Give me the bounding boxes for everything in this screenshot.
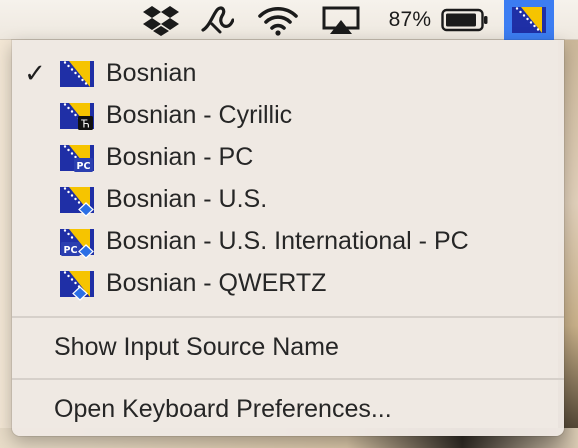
pc-badge-text: PC bbox=[77, 161, 91, 172]
bosnia-flag-qwertz-icon bbox=[60, 271, 94, 301]
battery-icon[interactable] bbox=[440, 0, 490, 40]
menu-separator bbox=[12, 378, 564, 380]
bosnia-flag-pc-us-icon: PC bbox=[60, 229, 94, 259]
input-source-label: Bosnian - U.S. bbox=[106, 184, 268, 213]
input-source-menu: ✓ Bosnian Ћ Bosnian - Cyrillic PC Bosnia… bbox=[12, 40, 564, 436]
input-source-label: Bosnian - PC bbox=[106, 142, 254, 171]
input-source-label: Bosnian bbox=[106, 58, 197, 87]
input-source-bosnian-qwertz[interactable]: Bosnian - QWERTZ bbox=[12, 262, 564, 304]
bosnia-flag-pc-icon: PC bbox=[60, 145, 94, 172]
battery-percentage[interactable]: 87% bbox=[380, 0, 440, 40]
input-source-bosnian[interactable]: ✓ Bosnian bbox=[12, 52, 564, 94]
bosnia-flag-icon bbox=[512, 7, 546, 33]
input-source-label: Bosnian - U.S. International - PC bbox=[106, 226, 469, 255]
battery-percentage-text: 87% bbox=[388, 8, 432, 31]
dropbox-icon[interactable] bbox=[140, 0, 182, 40]
open-keyboard-preferences-label: Open Keyboard Preferences... bbox=[54, 394, 392, 423]
input-source-menu-button[interactable] bbox=[504, 0, 554, 40]
airplay-icon[interactable] bbox=[320, 0, 362, 40]
script-app-icon[interactable] bbox=[196, 0, 238, 40]
input-source-label: Bosnian - QWERTZ bbox=[106, 268, 327, 297]
input-source-bosnian-us-international-pc[interactable]: PC Bosnian - U.S. International - PC bbox=[12, 220, 564, 262]
input-source-label: Bosnian - Cyrillic bbox=[106, 100, 293, 129]
pc-badge-text: PC bbox=[64, 245, 78, 256]
bosnia-flag-cyrillic-icon: Ћ bbox=[60, 103, 94, 131]
show-input-source-name-label: Show Input Source Name bbox=[54, 332, 339, 361]
bosnia-flag-icon bbox=[60, 61, 94, 87]
menu-separator bbox=[12, 316, 564, 318]
input-source-bosnian-cyrillic[interactable]: Ћ Bosnian - Cyrillic bbox=[12, 94, 564, 136]
input-source-bosnian-pc[interactable]: PC Bosnian - PC bbox=[12, 136, 564, 178]
checkmark-icon: ✓ bbox=[24, 57, 46, 88]
input-source-bosnian-us[interactable]: Bosnian - U.S. bbox=[12, 178, 564, 220]
bosnia-flag-us-icon bbox=[60, 187, 94, 217]
open-keyboard-preferences-item[interactable]: Open Keyboard Preferences... bbox=[12, 388, 564, 430]
cyrillic-badge-glyph: Ћ bbox=[80, 118, 90, 131]
wifi-icon[interactable] bbox=[254, 0, 302, 40]
show-input-source-name-item[interactable]: Show Input Source Name bbox=[12, 326, 564, 368]
menu-bar: 87% bbox=[0, 0, 578, 40]
